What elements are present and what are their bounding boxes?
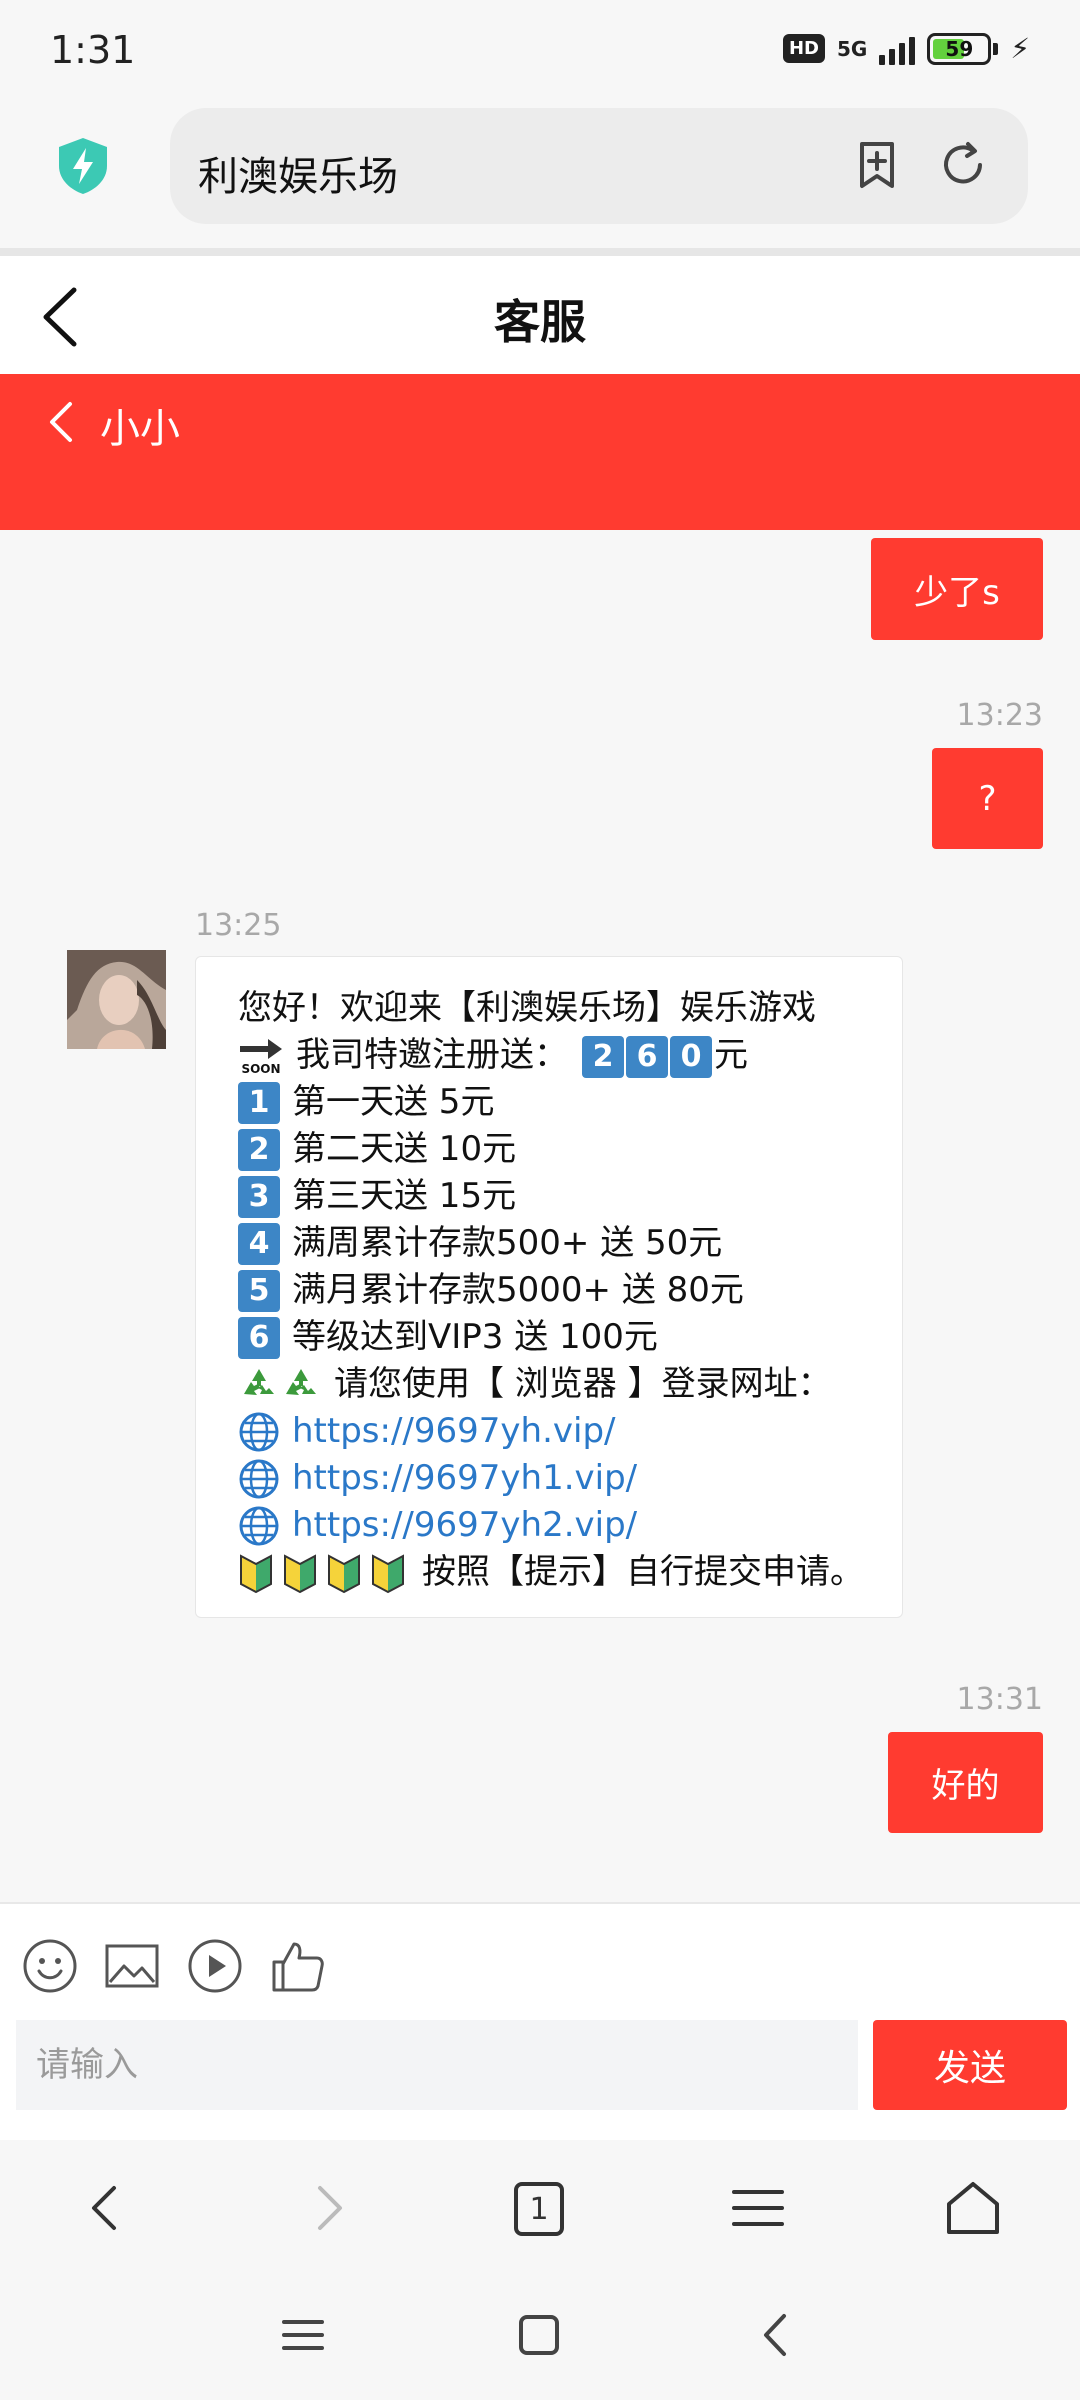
message-text: 满月累计存款5000+ 送 80元 xyxy=(292,1270,744,1310)
globe-icon xyxy=(239,1506,279,1545)
url-link[interactable]: https://9697yh1.vip/ xyxy=(292,1455,637,1502)
browser-address-row: 利澳娱乐场 xyxy=(0,100,1080,248)
reload-icon[interactable] xyxy=(936,138,990,192)
menu-icon[interactable] xyxy=(728,2178,788,2238)
beginner-mark-icon xyxy=(240,1553,272,1593)
message-text: 第一天送 5元 xyxy=(292,1082,495,1122)
chat-back-icon[interactable] xyxy=(46,400,76,444)
thumbs-up-icon[interactable] xyxy=(270,1938,326,1994)
system-back-icon[interactable] xyxy=(752,2310,802,2360)
recycle-icon xyxy=(244,1368,274,1395)
message-bubble-outgoing[interactable]: 少了s xyxy=(871,538,1043,640)
soon-arrow-emoji: SOON xyxy=(238,1036,284,1076)
address-text[interactable]: 利澳娱乐场 xyxy=(198,144,398,202)
battery-level: 59 xyxy=(945,36,974,61)
network-type: 5G xyxy=(836,36,868,61)
message-line: 6 等级达到VIP3 送 100元 xyxy=(238,1314,902,1361)
url-link[interactable]: https://9697yh.vip/ xyxy=(292,1408,615,1455)
message-line: 5 满月累计存款5000+ 送 80元 xyxy=(238,1267,902,1314)
charging-icon: ⚡ xyxy=(1010,32,1030,65)
keycap-digit: 0 xyxy=(670,1035,712,1078)
message-text: 您好！欢迎来【利澳娱乐场】娱乐游戏 xyxy=(238,988,816,1028)
chat-input-area: 发送 xyxy=(0,1902,1080,2140)
forward-icon xyxy=(318,2186,342,2230)
home-square-icon[interactable] xyxy=(514,2310,564,2360)
message-text: 元 xyxy=(714,1035,748,1075)
keycap-digit: 6 xyxy=(626,1035,668,1078)
keycap-number: 1 xyxy=(238,1081,280,1124)
keycap-number: 2 xyxy=(238,1128,280,1171)
beginner-mark-icon xyxy=(372,1553,404,1593)
message-timestamp: 13:25 xyxy=(195,908,282,943)
message-line: 2 第二天送 10元 xyxy=(238,1126,902,1173)
message-bubble-incoming[interactable]: 您好！欢迎来【利澳娱乐场】娱乐游戏 SOON 我司特邀注册送： 260 元 1第… xyxy=(195,956,903,1618)
message-timestamp: 13:23 xyxy=(956,698,1043,733)
page-header: 客服 xyxy=(0,256,1080,374)
message-line: https://9697yh.vip/ xyxy=(238,1408,902,1455)
keycap-number: 6 xyxy=(238,1316,280,1359)
system-nav-bar xyxy=(0,2270,1080,2400)
amount-keycaps: 260 xyxy=(582,1032,714,1079)
emoji-icon[interactable] xyxy=(22,1938,78,1994)
message-text: 按照【提示】自行提交申请。 xyxy=(422,1552,864,1592)
message-bubble-outgoing[interactable]: ? xyxy=(932,748,1043,849)
message-line: 3 第三天送 15元 xyxy=(238,1173,902,1220)
send-button[interactable]: 发送 xyxy=(873,2020,1067,2110)
soon-arrow-icon xyxy=(240,1038,282,1059)
signal-icon xyxy=(879,33,916,65)
message-line: 您好！欢迎来【利澳娱乐场】娱乐游戏 xyxy=(238,985,902,1032)
hd-badge: HD xyxy=(782,34,825,63)
url-link[interactable]: https://9697yh2.vip/ xyxy=(292,1502,637,1549)
message-timestamp: 13:31 xyxy=(956,1682,1043,1717)
address-divider xyxy=(0,248,1080,256)
message-text: 我司特邀注册送： xyxy=(296,1035,568,1075)
keycap-digit: 2 xyxy=(582,1035,624,1078)
globe-icon xyxy=(239,1459,279,1498)
message-list[interactable]: 少了s 13:23 ? 13:25 您好！欢迎来【利澳娱乐场】娱乐游戏 SOON… xyxy=(0,530,1080,1902)
beginner-mark-icon xyxy=(284,1553,316,1593)
message-text: 等级达到VIP3 送 100元 xyxy=(292,1317,658,1357)
recents-icon[interactable] xyxy=(278,2310,328,2360)
message-line: 1 第一天送 5元 xyxy=(238,1079,902,1126)
message-input[interactable] xyxy=(16,2020,858,2110)
contact-name: 小小 xyxy=(100,406,180,452)
globe-icon xyxy=(239,1412,279,1451)
message-line: 4 满周累计存款500+ 送 50元 xyxy=(238,1220,902,1267)
message-text: 请您使用【 浏览器 】登录网址： xyxy=(334,1364,832,1404)
status-bar: 1:31 HD 5G 59 ⚡ xyxy=(0,0,1080,100)
message-line: 按照【提示】自行提交申请。 xyxy=(238,1549,902,1596)
bookmark-add-icon[interactable] xyxy=(850,138,904,192)
message-line: https://9697yh1.vip/ xyxy=(238,1455,902,1502)
chat-header: 小小 xyxy=(0,374,1080,530)
tabs-button[interactable]: 1 xyxy=(514,2182,564,2236)
contact-avatar[interactable] xyxy=(67,950,166,1049)
status-icons: HD 5G 59 ⚡ xyxy=(782,32,1030,65)
address-bar[interactable]: 利澳娱乐场 xyxy=(170,108,1028,224)
message-line: SOON 我司特邀注册送： 260 元 xyxy=(238,1032,902,1079)
message-bubble-outgoing[interactable]: 好的 xyxy=(888,1732,1043,1833)
security-shield-icon[interactable] xyxy=(55,136,111,196)
keycap-number: 3 xyxy=(238,1175,280,1218)
keycap-number: 4 xyxy=(238,1222,280,1265)
soon-label: SOON xyxy=(241,1061,281,1076)
message-text: 第三天送 15元 xyxy=(292,1176,517,1216)
home-icon[interactable] xyxy=(943,2178,1003,2238)
page-title: 客服 xyxy=(494,295,586,349)
image-icon[interactable] xyxy=(104,1938,160,1994)
battery-cap xyxy=(993,42,999,55)
message-line: https://9697yh2.vip/ xyxy=(238,1502,902,1549)
message-text: 第二天送 10元 xyxy=(292,1129,517,1169)
message-text: 满周累计存款500+ 送 50元 xyxy=(292,1223,723,1263)
recycle-icon xyxy=(286,1368,316,1395)
status-time: 1:31 xyxy=(50,28,136,72)
battery-icon: 59 xyxy=(927,32,992,65)
keycap-number: 5 xyxy=(238,1269,280,1312)
video-icon[interactable] xyxy=(187,1938,243,1994)
browser-bottom-nav: 1 xyxy=(0,2148,1080,2270)
beginner-mark-icon xyxy=(328,1553,360,1593)
message-line: 请您使用【 浏览器 】登录网址： xyxy=(238,1361,902,1408)
back-icon[interactable] xyxy=(76,2178,136,2238)
